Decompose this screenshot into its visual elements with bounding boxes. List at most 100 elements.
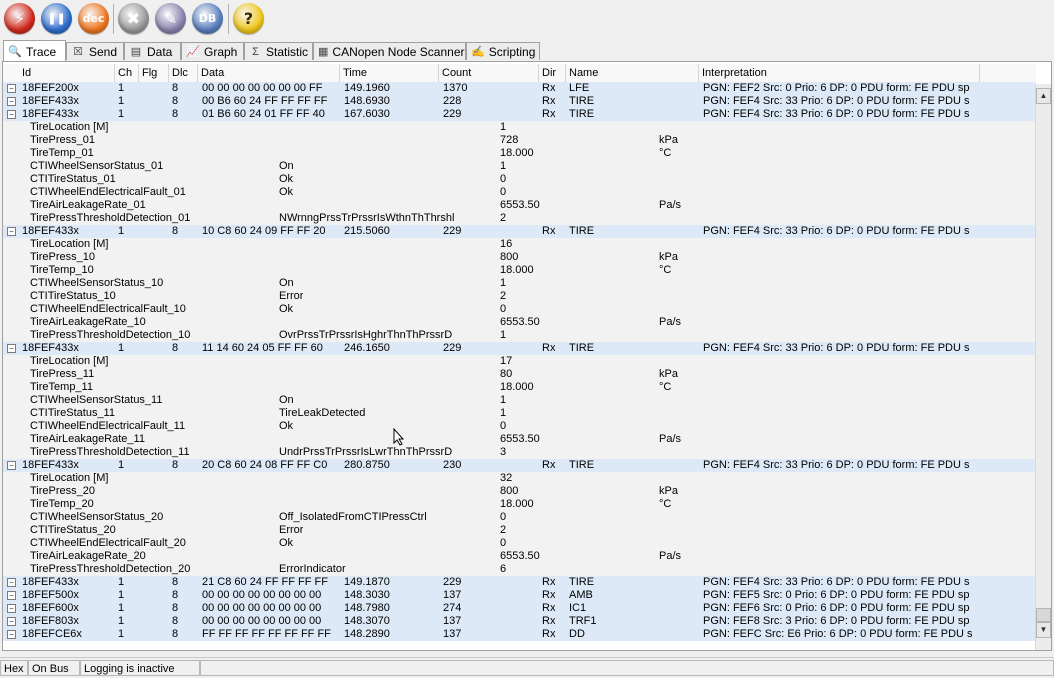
signal-row[interactable]: TireLocation [M] 16 <box>3 238 1036 251</box>
signal-row[interactable]: CTITireStatus_20 Error 2 <box>3 524 1036 537</box>
tab-scripting[interactable]: ✍ Scripting <box>466 42 540 60</box>
expand-toggle-icon[interactable]: − <box>7 461 16 470</box>
tab-graph[interactable]: 📈 Graph <box>181 42 244 60</box>
cell-data: 00 00 00 00 00 00 00 00 <box>202 589 322 601</box>
column-header-time[interactable]: Time <box>340 64 439 82</box>
cell-num: 18.000 <box>500 381 534 393</box>
signal-row[interactable]: TireAirLeakageRate_20 6553.50 Pa/s <box>3 550 1036 563</box>
signal-row[interactable]: CTIWheelSensorStatus_10 On 1 <box>3 277 1036 290</box>
pause-button[interactable]: ❚❚ <box>41 3 72 34</box>
message-row[interactable]: −18FEF600x 1 8 00 00 00 00 00 00 00 00 148.7… <box>3 602 1036 615</box>
signal-row[interactable]: TireLocation [M] 17 <box>3 355 1036 368</box>
tab-canopen-node-scanner[interactable]: ▦ CANopen Node Scanner <box>313 42 466 60</box>
signal-row[interactable]: CTIWheelEndElectricalFault_20 Ok 0 <box>3 537 1036 550</box>
expand-toggle-icon[interactable]: − <box>7 84 16 93</box>
connect-button[interactable]: ⚡ <box>4 3 35 34</box>
scroll-thumb[interactable] <box>1036 608 1051 622</box>
expand-toggle-icon[interactable]: − <box>7 344 16 353</box>
message-row[interactable]: −18FEFCE6x 1 8 FF FF FF FF FF FF FF FF 148.2… <box>3 628 1036 641</box>
column-header-ch[interactable]: Ch <box>115 64 139 82</box>
signal-row[interactable]: CTITireStatus_01 Ok 0 <box>3 173 1036 186</box>
message-row[interactable]: −18FEF433x 1 8 20 C8 60 24 08 FF FF C0 280.8… <box>3 459 1036 472</box>
signal-row[interactable]: TirePressThresholdDetection_01 NWrnngPrss… <box>3 212 1036 225</box>
signal-row[interactable]: TirePressThresholdDetection_10 OvrPrssTrP… <box>3 329 1036 342</box>
expand-toggle-icon[interactable]: − <box>7 578 16 587</box>
toolbar-separator <box>228 4 229 34</box>
scroll-down-arrow-icon[interactable]: ▼ <box>1036 622 1051 638</box>
tab-send[interactable]: ☒ Send <box>66 42 124 60</box>
signal-row[interactable]: CTIWheelEndElectricalFault_01 Ok 0 <box>3 186 1036 199</box>
cell-sname: CTIWheelEndElectricalFault_10 <box>30 303 186 315</box>
message-row[interactable]: −18FEF433x 1 8 11 14 60 24 05 FF FF 60 246.1… <box>3 342 1036 355</box>
cell-id: 18FEFCE6x <box>22 628 82 640</box>
help-button[interactable]: ? <box>233 3 264 34</box>
column-header-dlc[interactable]: Dlc <box>169 64 198 82</box>
signal-row[interactable]: TirePress_11 80 kPa <box>3 368 1036 381</box>
signal-row[interactable]: CTITireStatus_10 Error 2 <box>3 290 1036 303</box>
signal-row[interactable]: CTIWheelSensorStatus_20 Off_IsolatedFromC… <box>3 511 1036 524</box>
column-header-data[interactable]: Data <box>198 64 340 82</box>
signal-row[interactable]: TireLocation [M] 32 <box>3 472 1036 485</box>
expand-toggle-icon[interactable]: − <box>7 227 16 236</box>
message-row[interactable]: −18FEF433x 1 8 10 C8 60 24 09 FF FF 20 215.5… <box>3 225 1036 238</box>
message-row[interactable]: −18FEF803x 1 8 00 00 00 00 00 00 00 00 148.3… <box>3 615 1036 628</box>
message-row[interactable]: −18FEF433x 1 8 21 C8 60 24 FF FF FF FF 149.1… <box>3 576 1036 589</box>
cell-unit: °C <box>659 498 672 510</box>
tools-button[interactable]: ✖ <box>118 3 149 34</box>
signal-row[interactable]: CTIWheelSensorStatus_01 On 1 <box>3 160 1036 173</box>
cell-name: DD <box>569 628 585 640</box>
signal-row[interactable]: TirePressThresholdDetection_20 ErrorIndic… <box>3 563 1036 576</box>
expand-toggle-icon[interactable]: − <box>7 617 16 626</box>
column-header-id[interactable]: Id <box>19 64 115 82</box>
dec-button[interactable]: dec <box>78 3 109 34</box>
tab-trace[interactable]: 🔍 Trace <box>3 40 66 62</box>
expand-toggle-icon[interactable]: − <box>7 97 16 106</box>
expand-toggle-icon[interactable]: − <box>7 591 16 600</box>
cell-sval: On <box>279 394 294 406</box>
expand-toggle-icon[interactable]: − <box>7 110 16 119</box>
signal-row[interactable]: TirePressThresholdDetection_11 UndrPrssTr… <box>3 446 1036 459</box>
cell-ch: 1 <box>118 576 125 588</box>
cell-sval: Error <box>279 290 304 302</box>
signal-row[interactable]: TireTemp_10 18.000 °C <box>3 264 1036 277</box>
scroll-up-arrow-icon[interactable]: ▲ <box>1036 88 1051 104</box>
tab-label: Send <box>89 44 118 59</box>
signal-row[interactable]: CTIWheelEndElectricalFault_11 Ok 0 <box>3 420 1036 433</box>
cell-unit: °C <box>659 264 672 276</box>
signal-row[interactable]: TireAirLeakageRate_01 6553.50 Pa/s <box>3 199 1036 212</box>
cell-num: 800 <box>500 485 519 497</box>
column-header-interpretation[interactable]: Interpretation <box>699 64 980 82</box>
cell-ch: 1 <box>118 82 125 94</box>
signal-row[interactable]: TirePress_01 728 kPa <box>3 134 1036 147</box>
column-header-dir[interactable]: Dir <box>539 64 566 82</box>
signal-row[interactable]: TirePress_20 800 kPa <box>3 485 1036 498</box>
expand-toggle-icon[interactable]: − <box>7 630 16 639</box>
column-header-flg[interactable]: Flg <box>139 64 169 82</box>
cell-id: 18FEF200x <box>22 82 79 94</box>
cell-dlc: 8 <box>172 459 179 471</box>
database-button[interactable]: DB <box>192 3 223 34</box>
message-row[interactable]: −18FEF433x 1 8 01 B6 60 24 01 FF FF 40 167.6… <box>3 108 1036 121</box>
column-header-name[interactable]: Name <box>566 64 699 82</box>
expand-toggle-icon[interactable]: − <box>7 604 16 613</box>
signal-row[interactable]: TireTemp_11 18.000 °C <box>3 381 1036 394</box>
signal-row[interactable]: TireTemp_01 18.000 °C <box>3 147 1036 160</box>
signal-row[interactable]: CTIWheelEndElectricalFault_10 Ok 0 <box>3 303 1036 316</box>
signal-row[interactable]: CTIWheelSensorStatus_11 On 1 <box>3 394 1036 407</box>
message-row[interactable]: −18FEF433x 1 8 00 B6 60 24 FF FF FF FF 148.6… <box>3 95 1036 108</box>
message-row[interactable]: −18FEF200x 1 8 00 00 00 00 00 00 00 FF 149.1… <box>3 82 1036 95</box>
cell-dir: Rx <box>542 459 556 471</box>
cell-time: 149.1870 <box>344 576 390 588</box>
message-row[interactable]: −18FEF500x 1 8 00 00 00 00 00 00 00 00 148.3… <box>3 589 1036 602</box>
signal-row[interactable]: CTITireStatus_11 TireLeakDetected 1 <box>3 407 1036 420</box>
vertical-scrollbar[interactable]: ▲ ▼ <box>1035 84 1051 650</box>
signal-row[interactable]: TireAirLeakageRate_10 6553.50 Pa/s <box>3 316 1036 329</box>
signal-row[interactable]: TireTemp_20 18.000 °C <box>3 498 1036 511</box>
tab-statistic[interactable]: Σ Statistic <box>244 42 313 60</box>
signal-row[interactable]: TirePress_10 800 kPa <box>3 251 1036 264</box>
column-header-count[interactable]: Count <box>439 64 539 82</box>
signal-row[interactable]: TireAirLeakageRate_11 6553.50 Pa/s <box>3 433 1036 446</box>
dbc-edit-button[interactable]: ✎ <box>155 3 186 34</box>
signal-row[interactable]: TireLocation [M] 1 <box>3 121 1036 134</box>
tab-data[interactable]: ▤ Data <box>124 42 181 60</box>
